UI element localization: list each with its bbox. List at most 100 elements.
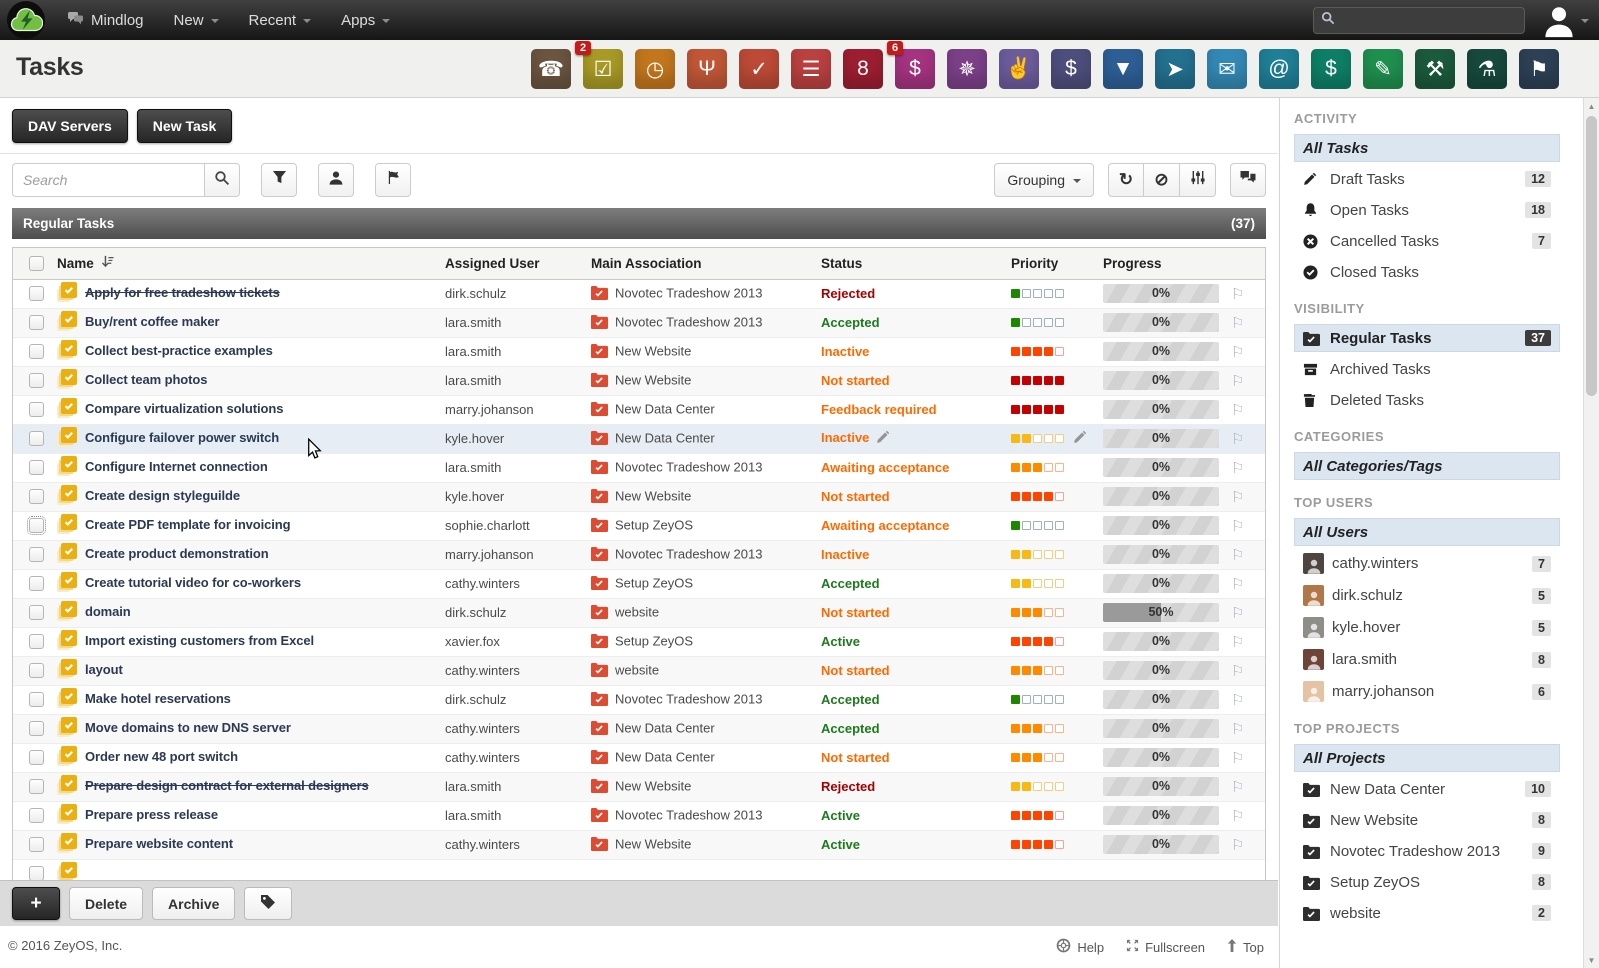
row-checkbox[interactable]: [29, 489, 44, 504]
row-checkbox[interactable]: [29, 344, 44, 359]
row-checkbox[interactable]: [29, 779, 44, 794]
select-all-checkbox[interactable]: [29, 256, 44, 271]
calendar-icon[interactable]: 8: [843, 49, 883, 89]
table-row[interactable]: Collect best-practice exampleslara.smith…: [13, 337, 1265, 366]
flag-icon[interactable]: ⚐: [1231, 460, 1244, 477]
task-name-link[interactable]: Create design styleguilde: [85, 488, 240, 503]
sidebar-item-all-tasks[interactable]: All Tasks: [1294, 134, 1560, 162]
sidebar-item-regular-tasks[interactable]: Regular Tasks37: [1294, 324, 1560, 352]
association-link[interactable]: Setup ZeyOS: [615, 575, 693, 590]
table-row[interactable]: Prepare website contentcathy.wintersNew …: [13, 830, 1265, 859]
sidebar-item-website[interactable]: website2: [1294, 899, 1560, 927]
sidebar-item-cathy-winters[interactable]: cathy.winters7: [1294, 549, 1560, 578]
lab-icon[interactable]: ⚗: [1467, 49, 1507, 89]
scroll-down-arrow[interactable]: ▼: [1584, 952, 1599, 968]
sort-icon[interactable]: [101, 255, 114, 271]
sidebar-item-cancelled-tasks[interactable]: Cancelled Tasks7: [1294, 227, 1560, 255]
flag-icon[interactable]: ⚐: [1231, 431, 1244, 448]
association-link[interactable]: New Data Center: [615, 720, 715, 735]
edit-priority-icon[interactable]: [1073, 430, 1087, 447]
row-checkbox[interactable]: [29, 431, 44, 446]
footer-link-top[interactable]: Top: [1227, 938, 1264, 956]
association-link[interactable]: Novotec Tradeshow 2013: [615, 546, 762, 561]
association-link[interactable]: New Data Center: [615, 430, 715, 445]
group-header[interactable]: Regular Tasks (37): [12, 208, 1266, 239]
auctions-icon[interactable]: $6: [895, 49, 935, 89]
table-row[interactable]: Apply for free tradeshow ticketsdirk.sch…: [13, 279, 1265, 308]
broadcasts-icon[interactable]: Ψ: [687, 49, 727, 89]
flag-icon[interactable]: ⚐: [1231, 634, 1244, 651]
sidebar-item-deleted-tasks[interactable]: Deleted Tasks: [1294, 386, 1560, 414]
sidebar-item-novotec-tradeshow-2013[interactable]: Novotec Tradeshow 20139: [1294, 837, 1560, 865]
sidebar-item-new-data-center[interactable]: New Data Center10: [1294, 775, 1560, 803]
association-link[interactable]: Novotec Tradeshow 2013: [615, 314, 762, 329]
association-link[interactable]: New Data Center: [615, 749, 715, 764]
billing-icon[interactable]: $: [1311, 49, 1351, 89]
contracts-icon[interactable]: ✎: [1363, 49, 1403, 89]
row-checkbox[interactable]: [29, 460, 44, 475]
table-row[interactable]: Collect team photoslara.smithNew Website…: [13, 366, 1265, 395]
finance-icon[interactable]: $: [1051, 49, 1091, 89]
tag-button[interactable]: [244, 887, 292, 920]
sidebar-item-all-projects[interactable]: All Projects: [1294, 744, 1560, 772]
nav-item-new[interactable]: New: [159, 0, 234, 40]
search-button[interactable]: [204, 163, 240, 197]
partners-icon[interactable]: ✌: [999, 49, 1039, 89]
row-checkbox[interactable]: [29, 547, 44, 562]
sidebar-item-all-categories-tags[interactable]: All Categories/Tags: [1294, 452, 1560, 480]
edit-status-icon[interactable]: [876, 430, 890, 447]
flag-icon[interactable]: ⚐: [1231, 721, 1244, 738]
table-row[interactable]: Import existing customers from Excelxavi…: [13, 627, 1265, 656]
row-checkbox[interactable]: [29, 721, 44, 736]
table-row[interactable]: Make hotel reservationsdirk.schulzNovote…: [13, 685, 1265, 714]
association-link[interactable]: website: [615, 662, 659, 677]
sidebar-item-new-website[interactable]: New Website8: [1294, 806, 1560, 834]
grouping-dropdown[interactable]: Grouping: [994, 163, 1094, 197]
addressbook-icon[interactable]: ☎: [531, 49, 571, 89]
flag-icon[interactable]: ⚐: [1231, 402, 1244, 419]
association-link[interactable]: New Data Center: [615, 401, 715, 416]
settings-sliders-button[interactable]: [1180, 163, 1216, 197]
inventory-icon[interactable]: ⚒: [1415, 49, 1455, 89]
sidebar-item-all-users[interactable]: All Users: [1294, 518, 1560, 546]
sidebar-item-closed-tasks[interactable]: Closed Tasks: [1294, 258, 1560, 286]
table-row[interactable]: Configure failover power switchkyle.hove…: [13, 424, 1265, 453]
row-checkbox[interactable]: [29, 808, 44, 823]
table-row[interactable]: Create design styleguildekyle.hoverNew W…: [13, 482, 1265, 511]
task-name-link[interactable]: Prepare press release: [85, 807, 218, 822]
task-name-link[interactable]: Configure failover power switch: [85, 430, 279, 445]
global-search-input[interactable]: [1341, 12, 1501, 29]
mailing-lists-icon[interactable]: @: [1259, 49, 1299, 89]
row-checkbox[interactable]: [29, 634, 44, 649]
column-header-priority[interactable]: Priority: [1011, 248, 1103, 279]
task-name-link[interactable]: layout: [85, 662, 123, 677]
bookmarks-icon[interactable]: ⚑: [1519, 49, 1559, 89]
time-tracking-icon[interactable]: ◷: [635, 49, 675, 89]
row-checkbox[interactable]: [29, 750, 44, 765]
flag-icon[interactable]: ⚐: [1231, 489, 1244, 506]
association-link[interactable]: website: [615, 604, 659, 619]
delete-button[interactable]: Delete: [69, 887, 143, 920]
task-name-link[interactable]: Move domains to new DNS server: [85, 720, 291, 735]
table-row[interactable]: domaindirk.schulzwebsiteNot started50%⚐: [13, 598, 1265, 627]
table-row[interactable]: Order new 48 port switchcathy.wintersNew…: [13, 743, 1265, 772]
task-name-link[interactable]: Prepare design contract for external des…: [85, 778, 369, 793]
association-link[interactable]: Novotec Tradeshow 2013: [615, 285, 762, 300]
task-name-link[interactable]: Create product demonstration: [85, 546, 269, 561]
flag-icon[interactable]: ⚐: [1231, 750, 1244, 767]
flag-icon[interactable]: ⚐: [1231, 808, 1244, 825]
cancel-button[interactable]: ⊘: [1144, 163, 1180, 197]
add-task-button[interactable]: +: [12, 887, 60, 920]
flag-icon[interactable]: ⚐: [1231, 518, 1244, 535]
task-name-link[interactable]: Apply for free tradeshow tickets: [85, 285, 280, 300]
task-name-link[interactable]: Configure Internet connection: [85, 459, 268, 474]
task-name-link[interactable]: Collect team photos: [85, 372, 207, 387]
table-row[interactable]: Create PDF template for invoicingsophie.…: [13, 511, 1265, 540]
task-name-link[interactable]: Prepare website content: [85, 836, 233, 851]
row-checkbox[interactable]: [29, 373, 44, 388]
association-link[interactable]: New Website: [615, 488, 691, 503]
association-link[interactable]: New Website: [615, 343, 691, 358]
new-task-button[interactable]: New Task: [137, 109, 233, 143]
archive-button[interactable]: Archive: [152, 887, 235, 920]
column-header-main-association[interactable]: Main Association: [591, 248, 821, 279]
